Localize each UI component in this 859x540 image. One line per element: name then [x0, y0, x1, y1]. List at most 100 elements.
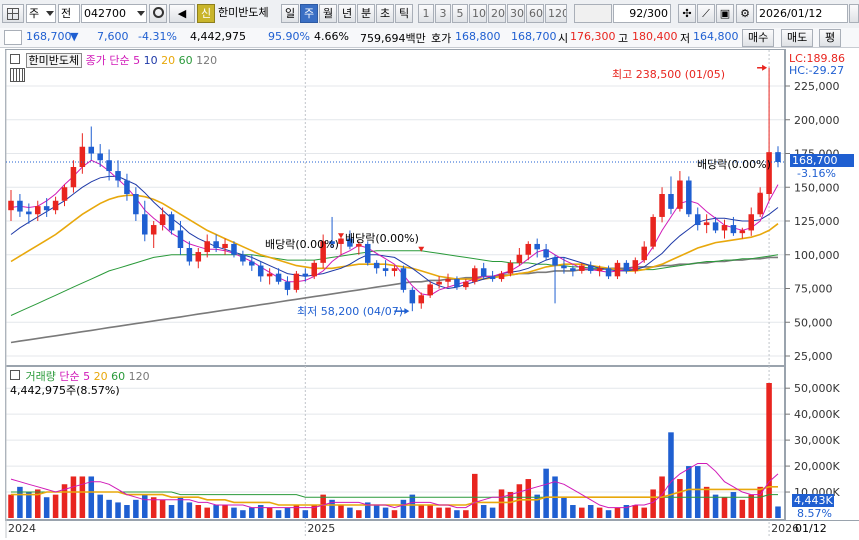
volume-bar [641, 507, 647, 518]
candle [284, 281, 291, 290]
volume-bar [231, 507, 237, 518]
candle [391, 268, 398, 271]
table-toggle-icon[interactable] [10, 68, 25, 82]
candle [204, 241, 210, 253]
volume-bar [739, 499, 746, 518]
candle [730, 225, 737, 234]
candle [17, 200, 23, 212]
candle [382, 268, 389, 271]
legend-series: 종가 단순 [85, 54, 130, 67]
volume-bar [418, 505, 425, 518]
volume-bar [632, 505, 639, 518]
candle [507, 262, 514, 274]
price-tick-label: 25,000 [794, 350, 833, 363]
candle [186, 248, 193, 262]
x-axis-label: 2025 [307, 522, 335, 535]
candle [8, 200, 14, 211]
volume-bar [302, 510, 309, 518]
price-tick-label: 150,000 [794, 181, 840, 194]
volume-bar [712, 494, 719, 518]
x-axis-date: 01/12 [795, 522, 827, 535]
volume-toggle-icon[interactable] [10, 370, 20, 380]
candle [418, 295, 425, 304]
candle [721, 225, 728, 231]
candle [623, 262, 630, 271]
candle [79, 146, 86, 167]
volume-bar [472, 473, 478, 518]
volume-bar [240, 510, 246, 518]
volume-bar [668, 432, 674, 518]
volume-bar [142, 494, 148, 518]
candle [177, 230, 184, 248]
volume-bar [766, 383, 772, 518]
volume-bar [650, 489, 656, 518]
candle [775, 152, 781, 163]
candle [34, 206, 41, 215]
volume-value: 4,442,975주(8.57%) [10, 384, 120, 397]
volume-bar [587, 505, 594, 518]
candle [587, 265, 594, 271]
candle [525, 243, 532, 255]
chart-canvas: 225,000200,000175,000150,000125,000100,0… [5, 50, 840, 538]
high-arrowhead [762, 64, 768, 71]
legend-ma20: 20 [161, 54, 176, 67]
volume-tick-label: 30,000K [794, 434, 840, 447]
candle [168, 214, 175, 231]
volume-bar [106, 499, 112, 518]
candle [489, 276, 496, 280]
volume-bar [8, 494, 14, 518]
volume-bar [480, 505, 487, 518]
candle [133, 194, 139, 215]
legend-ma120: 120 [196, 54, 218, 67]
volume-bar [445, 507, 451, 518]
hc-value: HC:-29.27 [789, 64, 845, 77]
candle [668, 194, 674, 209]
volume-bar [26, 492, 32, 518]
volume-bar [775, 506, 781, 518]
candle [686, 180, 692, 215]
candle [445, 279, 451, 282]
volume-bar [124, 505, 130, 518]
dividend-annotation-1: 배당락(0.00%) [265, 238, 339, 251]
low-arrowhead [404, 308, 410, 315]
volume-pct-label: 8.57% [797, 507, 832, 520]
candle [739, 230, 746, 234]
volume-bar [463, 510, 469, 518]
candle [650, 216, 656, 247]
candle [364, 243, 371, 263]
volume-bar [168, 505, 175, 518]
candle [249, 261, 255, 266]
volume-legend-ma120: 120 [128, 370, 150, 383]
candle [70, 167, 77, 188]
candle [115, 171, 121, 181]
candle [534, 243, 540, 250]
candle [311, 262, 317, 277]
candle [257, 265, 264, 277]
candle [543, 249, 549, 258]
price-tick-label: 125,000 [794, 215, 840, 228]
candle [436, 281, 442, 285]
candle [338, 238, 344, 244]
legend-toggle-icon[interactable] [10, 54, 20, 64]
price-tick-label: 50,000 [794, 316, 833, 329]
volume-bar [347, 507, 353, 518]
volume-bar [427, 505, 433, 518]
current-price-label: 168,700 [790, 154, 854, 167]
volume-bar [748, 494, 755, 518]
volume-bar [52, 494, 59, 518]
candle [480, 268, 487, 277]
price-tick-label: 100,000 [794, 249, 840, 262]
candle [552, 257, 558, 266]
volume-bar [596, 507, 603, 518]
candle [641, 246, 647, 261]
candle [373, 262, 380, 269]
volume-bar [70, 476, 77, 518]
volume-bar [436, 507, 442, 518]
legend-stock-name[interactable]: 한미반도체 [25, 53, 83, 68]
candle [409, 289, 416, 304]
volume-bar [382, 507, 389, 518]
volume-bar [525, 479, 532, 518]
volume-bar [150, 497, 157, 518]
candle [150, 225, 157, 235]
volume-bar [338, 505, 344, 518]
